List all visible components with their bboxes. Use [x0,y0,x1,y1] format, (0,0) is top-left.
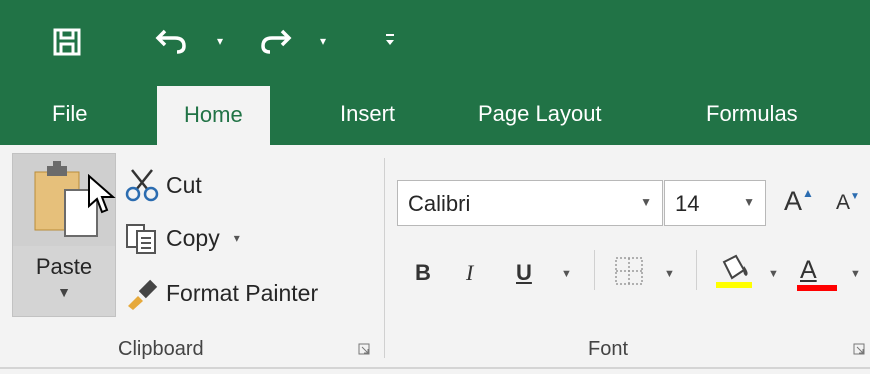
cut-button[interactable]: Cut [124,168,202,202]
paste-icon-area [13,154,116,246]
font-size-value: 14 [675,191,700,216]
grow-font-arrow-icon: ▲ [802,186,814,200]
shrink-font-button[interactable]: A▼ [836,191,860,215]
group-separator [384,158,385,358]
copy-icon [126,224,156,254]
paste-dropdown-icon[interactable]: ▼ [13,284,115,300]
copy-label: Copy [166,224,220,251]
fill-color-swatch [716,282,752,288]
underline-button[interactable]: U [516,260,532,286]
fill-color-dropdown-icon[interactable]: ▼ [768,268,779,280]
borders-icon[interactable] [614,256,644,286]
save-icon[interactable] [52,27,82,57]
tab-home[interactable]: Home [157,86,270,147]
customize-qat-icon[interactable] [383,30,397,50]
bold-button[interactable]: B [415,260,431,286]
clipboard-group-label: Clipboard [118,338,204,360]
tab-formulas[interactable]: Formulas [706,82,798,145]
redo-icon[interactable] [258,26,292,56]
undo-icon[interactable] [155,26,189,56]
scissors-icon [125,169,159,202]
format-painter-label: Format Painter [166,279,319,306]
font-color-label: A [800,256,817,284]
font-launcher-icon[interactable] [853,343,865,355]
mouse-cursor-icon [88,174,116,214]
tab-insert[interactable]: Insert [340,82,395,145]
underline-dropdown-icon[interactable]: ▼ [561,268,572,280]
font-size-dropdown-icon[interactable]: ▼ [743,195,755,209]
font-color-swatch [797,285,837,291]
font-name-value: Calibri [408,191,471,216]
shrink-font-arrow-icon: ▼ [850,191,860,202]
ribbon-tabs: File Home Insert Page Layout Formulas [0,82,870,147]
borders-dropdown-icon[interactable]: ▼ [664,268,675,280]
tab-page-layout[interactable]: Page Layout [478,82,602,145]
paste-button[interactable]: Paste ▼ [12,153,116,317]
format-painter-button[interactable]: Format Painter [124,276,318,310]
grow-font-button[interactable]: A▲ [784,186,814,217]
tab-file[interactable]: File [52,82,87,145]
copy-button[interactable]: Copy ▾ [124,221,240,255]
font-group-label: Font [588,338,629,360]
redo-dropdown-icon[interactable]: ▾ [317,34,329,48]
fill-color-icon[interactable] [714,252,754,290]
undo-dropdown-icon[interactable]: ▾ [214,34,226,48]
ribbon-bottom-border [0,367,870,369]
clipboard-launcher-icon[interactable] [358,343,370,355]
copy-dropdown-icon[interactable]: ▾ [234,231,240,245]
cut-label: Cut [166,171,202,198]
font-name-dropdown-icon[interactable]: ▼ [640,195,652,209]
font-name-combo[interactable]: Calibri ▼ [397,180,663,226]
format-painter-icon [128,279,158,310]
title-bar: ▾ ▾ [0,0,870,82]
italic-button[interactable]: I [466,260,473,286]
grow-font-label: A [784,186,803,216]
font-color-button[interactable]: A [800,256,817,285]
font-color-dropdown-icon[interactable]: ▼ [850,268,861,280]
font-separator-2 [696,250,697,290]
font-size-combo[interactable]: 14 ▼ [664,180,766,226]
paste-label: Paste [35,254,93,279]
shrink-font-label: A [836,191,851,214]
font-separator-1 [594,250,595,290]
